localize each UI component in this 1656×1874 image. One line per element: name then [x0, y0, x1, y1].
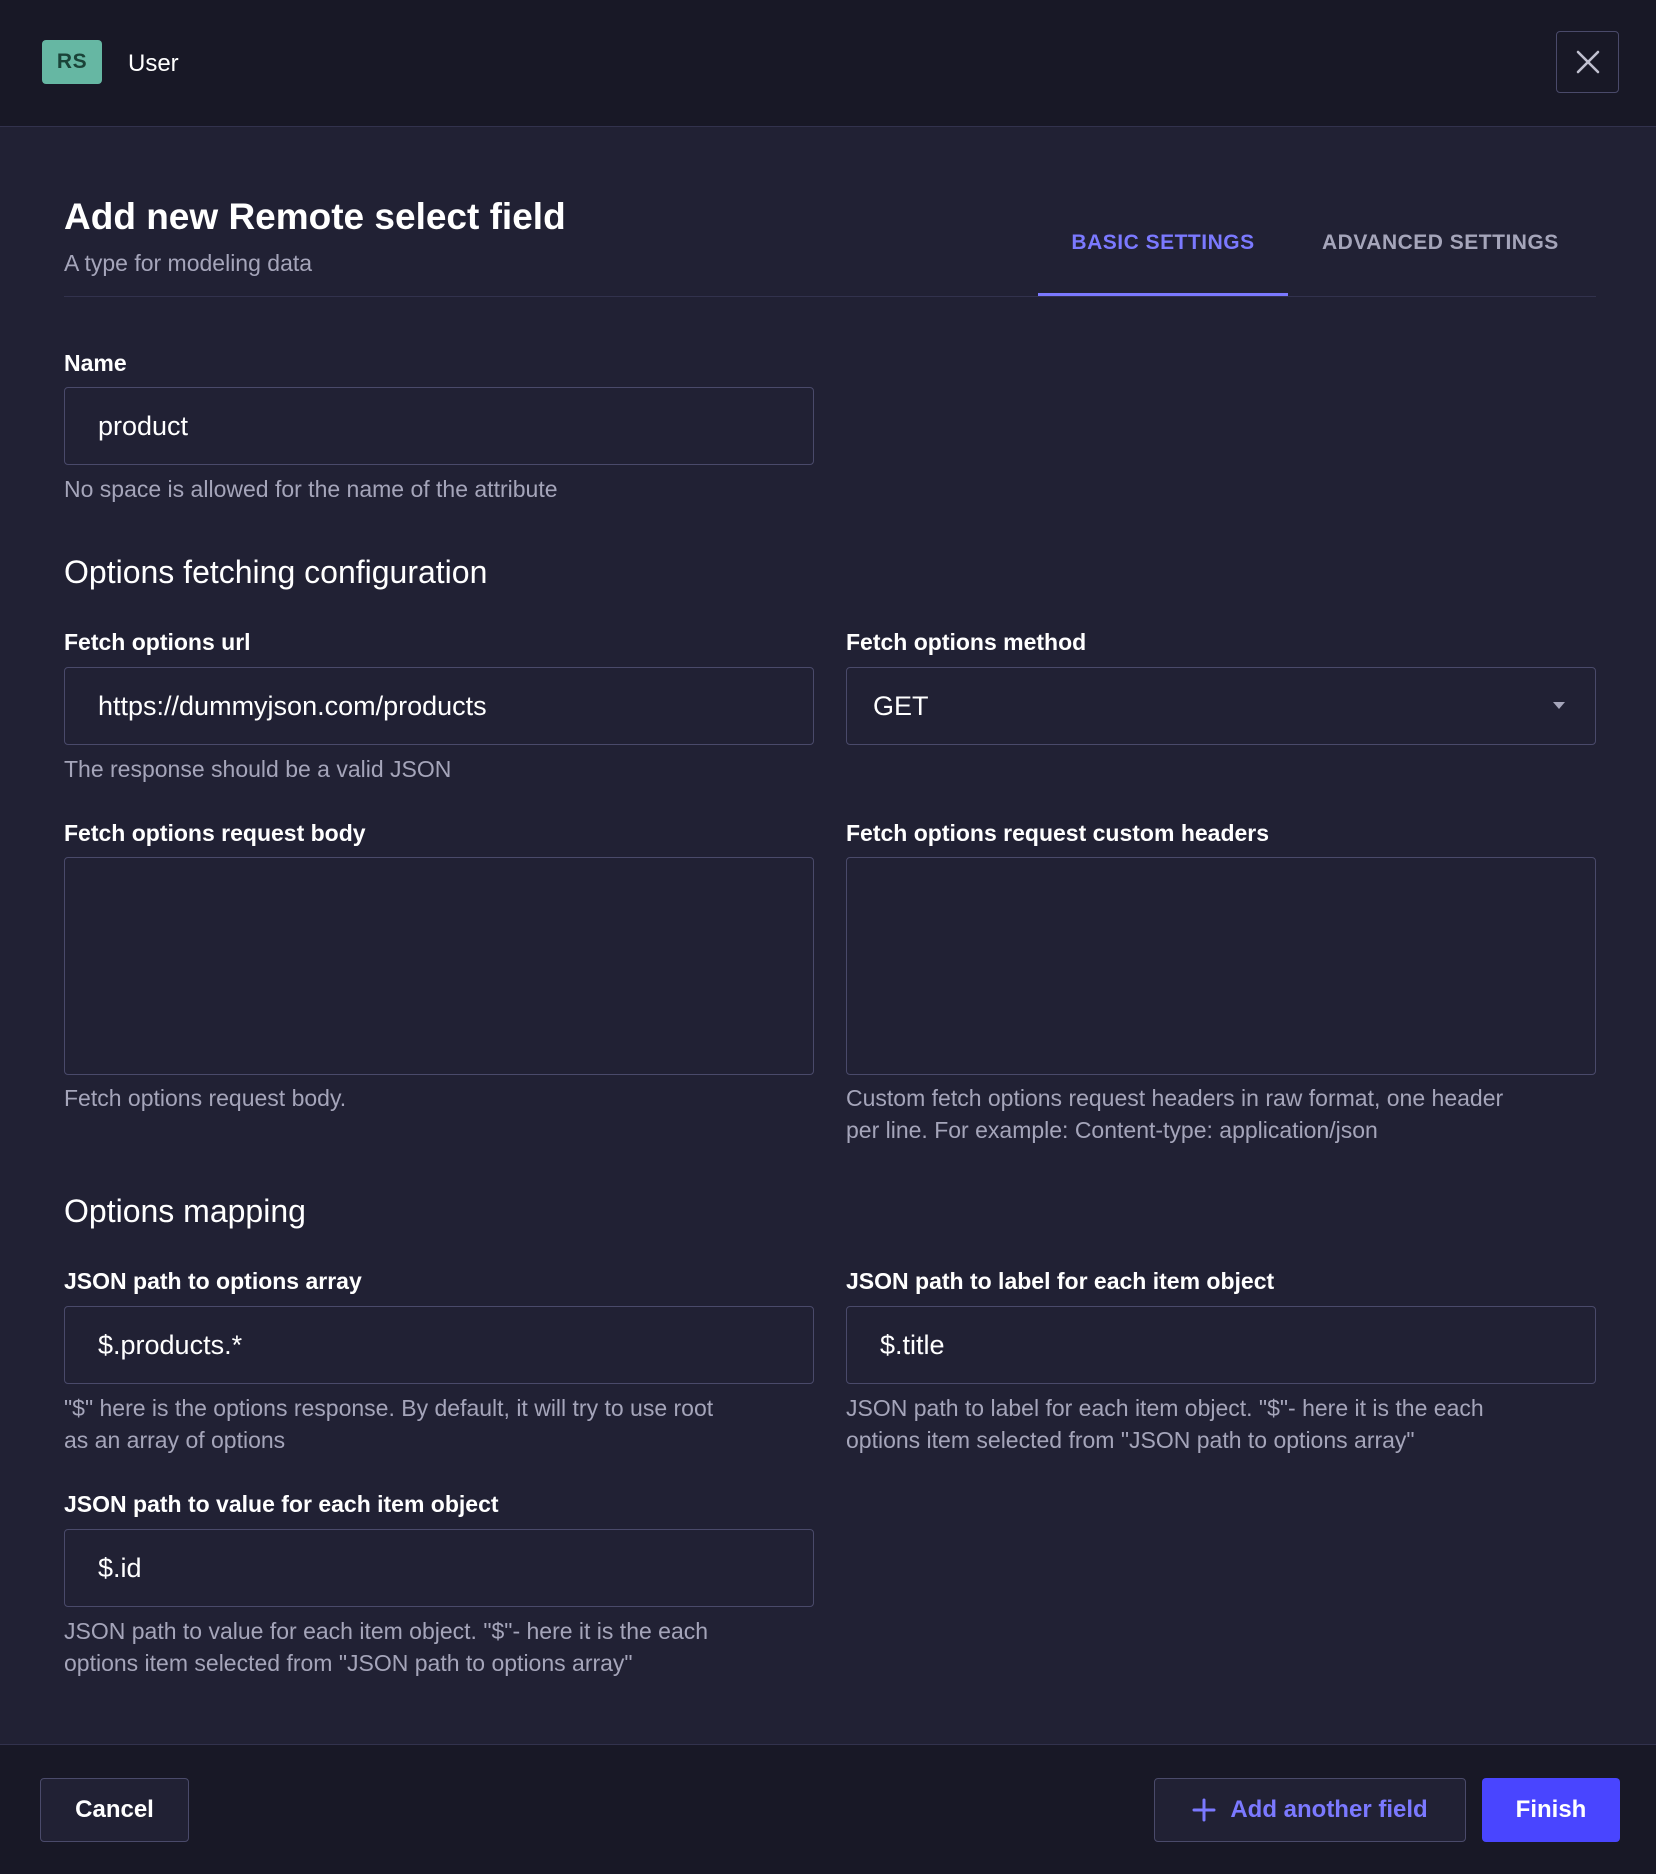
custom-headers-label: Fetch options request custom headers — [846, 820, 1270, 846]
label-path-hint-line1: JSON path to label for each item object.… — [846, 1395, 1484, 1421]
custom-headers-hint-line1: Custom fetch options request headers in … — [846, 1085, 1504, 1111]
add-another-field-label: Add another field — [1230, 1796, 1428, 1823]
cancel-button[interactable]: Cancel — [40, 1778, 189, 1842]
tab-divider — [64, 296, 1596, 297]
tab-basic-settings-label: BASIC SETTINGS — [1071, 231, 1255, 254]
fetch-url-input[interactable]: https://dummyjson.com/products — [64, 667, 814, 745]
fetch-url-label: Fetch options url — [64, 629, 251, 655]
label-path-value: $.title — [880, 1329, 945, 1360]
plus-icon — [1192, 1798, 1216, 1822]
value-path-label: JSON path to value for each item object — [64, 1491, 499, 1517]
chevron-down-icon — [1553, 702, 1565, 709]
modal: RS User Add new Remote select field A ty… — [0, 0, 1656, 1874]
finish-button[interactable]: Finish — [1482, 1778, 1620, 1842]
array-path-hint-line1: "$" here is the options response. By def… — [64, 1395, 714, 1421]
name-input-value: product — [98, 410, 189, 441]
name-hint: No space is allowed for the name of the … — [64, 476, 558, 502]
mapping-section-title: Options mapping — [64, 1193, 306, 1229]
label-path-hint: JSON path to label for each item object.… — [846, 1392, 1484, 1456]
page-title: Add new Remote select field — [64, 196, 566, 237]
modal-header: RS User — [0, 0, 1656, 127]
fetch-url-value: https://dummyjson.com/products — [98, 690, 487, 721]
tab-basic-settings[interactable]: BASIC SETTINGS — [1038, 231, 1288, 297]
array-path-hint-line2: as an array of options — [64, 1427, 286, 1453]
value-path-value: $.id — [98, 1552, 142, 1583]
custom-headers-hint-line2: per line. For example: Content-type: app… — [846, 1117, 1378, 1143]
close-icon — [1576, 50, 1599, 74]
fetch-url-hint: The response should be a valid JSON — [64, 756, 452, 782]
fetch-method-select[interactable]: GET — [846, 667, 1596, 745]
array-path-hint: "$" here is the options response. By def… — [64, 1392, 713, 1456]
name-label: Name — [64, 350, 127, 376]
fetch-method-value: GET — [873, 690, 929, 721]
value-path-hint-line1: JSON path to value for each item object.… — [64, 1618, 709, 1644]
close-button[interactable] — [1556, 31, 1619, 93]
tab-advanced-settings[interactable]: ADVANCED SETTINGS — [1312, 231, 1569, 255]
array-path-value: $.products.* — [98, 1329, 243, 1360]
array-path-label: JSON path to options array — [64, 1268, 362, 1294]
array-path-input[interactable]: $.products.* — [64, 1306, 814, 1384]
content-type-badge: RS — [42, 40, 102, 84]
custom-headers-textarea[interactable] — [846, 857, 1596, 1075]
label-path-input[interactable]: $.title — [846, 1306, 1596, 1384]
value-path-hint-line2: options item selected from "JSON path to… — [64, 1650, 633, 1676]
value-path-input[interactable]: $.id — [64, 1529, 814, 1607]
label-path-hint-line2: options item selected from "JSON path to… — [846, 1427, 1415, 1453]
value-path-hint: JSON path to value for each item object.… — [64, 1615, 708, 1679]
fetching-section-title: Options fetching configuration — [64, 554, 488, 590]
fetch-method-label: Fetch options method — [846, 629, 1087, 655]
request-body-textarea[interactable] — [64, 857, 814, 1075]
name-input[interactable]: product — [64, 387, 814, 465]
tab-advanced-settings-label: ADVANCED SETTINGS — [1322, 231, 1559, 254]
modal-body: Add new Remote select field A type for m… — [0, 128, 1656, 1744]
request-body-hint: Fetch options request body. — [64, 1085, 347, 1111]
content-type-name: User — [128, 50, 179, 77]
request-body-label: Fetch options request body — [64, 820, 366, 846]
modal-footer: Cancel Add another field Finish — [0, 1744, 1656, 1874]
custom-headers-hint: Custom fetch options request headers in … — [846, 1082, 1503, 1146]
label-path-label: JSON path to label for each item object — [846, 1268, 1275, 1294]
page-subtitle: A type for modeling data — [64, 250, 313, 276]
add-another-field-button[interactable]: Add another field — [1154, 1778, 1466, 1842]
